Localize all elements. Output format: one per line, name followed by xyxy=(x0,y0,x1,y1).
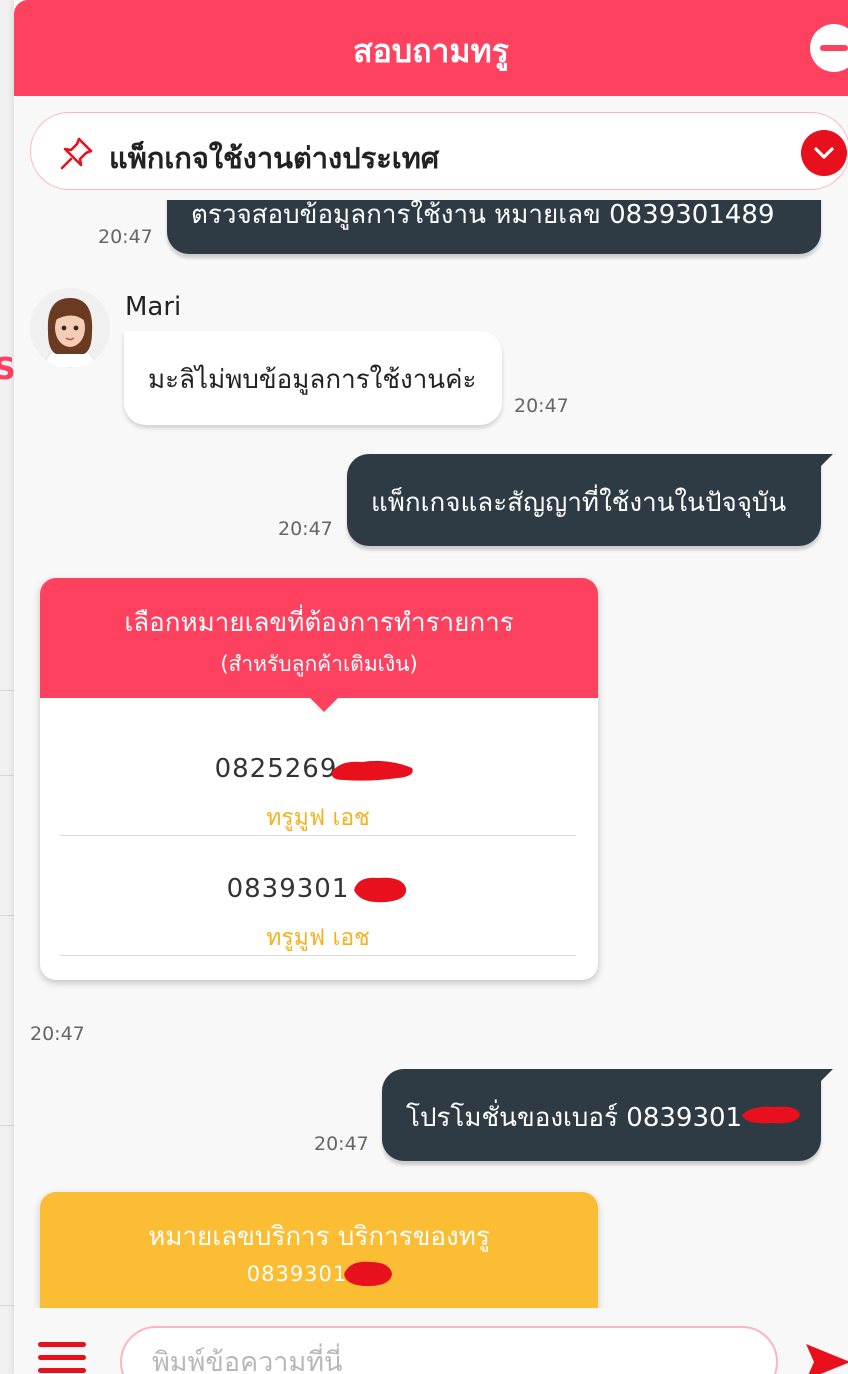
message-time: 20:47 xyxy=(30,1023,85,1045)
message-text: โปรโมชั่นของเบอร์ 0839301 xyxy=(406,1103,743,1133)
card-subtitle: (สำหรับลูกค้าเติมเงิน) xyxy=(220,652,418,676)
message-time: 20:47 xyxy=(314,1133,369,1155)
card-title: เลือกหมายเลขที่ต้องการทำรายการ xyxy=(124,608,514,638)
redaction-mark xyxy=(354,877,407,903)
message-time: 20:47 xyxy=(98,226,153,248)
background-divider xyxy=(0,775,14,776)
plan-name: ทรูมูฟ เอช xyxy=(266,805,370,831)
composer-bar xyxy=(14,1308,848,1374)
bubble-tail xyxy=(819,454,833,468)
message-text: แพ็กเกจและสัญญาที่ใช้งานในปัจจุบัน xyxy=(371,488,787,518)
user-message-bubble: ตรวจสอบข้อมูลการใช้งาน หมายเลข 083930148… xyxy=(167,200,821,254)
divider xyxy=(60,955,576,956)
phone-number: 0839301 xyxy=(226,874,350,904)
service-number: 0839301 xyxy=(246,1262,348,1286)
redaction-mark xyxy=(742,1106,800,1124)
number-select-card: เลือกหมายเลขที่ต้องการทำรายการ (สำหรับลู… xyxy=(40,578,598,980)
plan-name: ทรูมูฟ เอช xyxy=(266,925,370,951)
message-time: 20:47 xyxy=(278,518,333,540)
chat-title: สอบถามทรู xyxy=(353,32,509,70)
message-time: 20:47 xyxy=(514,395,569,417)
agent-name: Mari xyxy=(125,292,182,322)
card-title: หมายเลขบริการ บริการของทรู xyxy=(148,1222,490,1252)
message-text: ตรวจสอบข้อมูลการใช้งาน หมายเลข 083930148… xyxy=(191,200,775,230)
message-input[interactable] xyxy=(120,1326,778,1374)
service-info-card: หมายเลขบริการ บริการของทรู 0839301 xyxy=(40,1192,598,1308)
card-header: เลือกหมายเลขที่ต้องการทำรายการ (สำหรับลู… xyxy=(40,578,598,698)
background-divider xyxy=(0,1125,14,1126)
pin-icon xyxy=(60,137,93,170)
number-option[interactable]: 0825269 ทรูมูฟ เอช xyxy=(60,716,576,836)
message-list[interactable]: 20:47 ตรวจสอบข้อมูลการใช้งาน หมายเลข 083… xyxy=(14,200,848,1308)
user-message-bubble: โปรโมชั่นของเบอร์ 0839301 xyxy=(382,1069,833,1161)
redaction-mark xyxy=(331,760,413,781)
hamburger-menu-icon[interactable] xyxy=(38,1342,88,1374)
number-option[interactable]: 0839301 ทรูมูฟ เอช xyxy=(60,836,576,956)
chat-header: สอบถามทรู xyxy=(14,0,848,96)
minus-icon xyxy=(820,45,848,51)
agent-avatar xyxy=(30,288,110,368)
expand-button[interactable] xyxy=(801,130,847,176)
chat-widget: สอบถามทรู 20:47 ตรวจสอบข้อมูลการใช้งาน ห… xyxy=(14,0,848,1374)
background-divider xyxy=(0,690,14,691)
background-divider xyxy=(0,1305,14,1306)
redaction-mark xyxy=(344,1261,392,1286)
agent-message-bubble: มะลิไม่พบข้อมูลการใช้งานค่ะ xyxy=(124,331,502,425)
bubble-tail xyxy=(819,1069,833,1083)
background-page: S xyxy=(0,0,16,1374)
pinned-topic-label: แพ็กเกจใช้งานต่างประเทศ xyxy=(109,141,440,175)
user-message-bubble: แพ็กเกจและสัญญาที่ใช้งานในปัจจุบัน xyxy=(347,454,833,546)
chevron-down-icon xyxy=(814,147,834,159)
pinned-topic-bar[interactable]: แพ็กเกจใช้งานต่างประเทศ xyxy=(30,112,848,190)
card-notch xyxy=(310,698,338,712)
message-text: มะลิไม่พบข้อมูลการใช้งานค่ะ xyxy=(148,365,477,395)
send-icon[interactable] xyxy=(804,1342,848,1374)
phone-number: 0825269 xyxy=(214,754,338,784)
background-divider xyxy=(0,915,14,916)
